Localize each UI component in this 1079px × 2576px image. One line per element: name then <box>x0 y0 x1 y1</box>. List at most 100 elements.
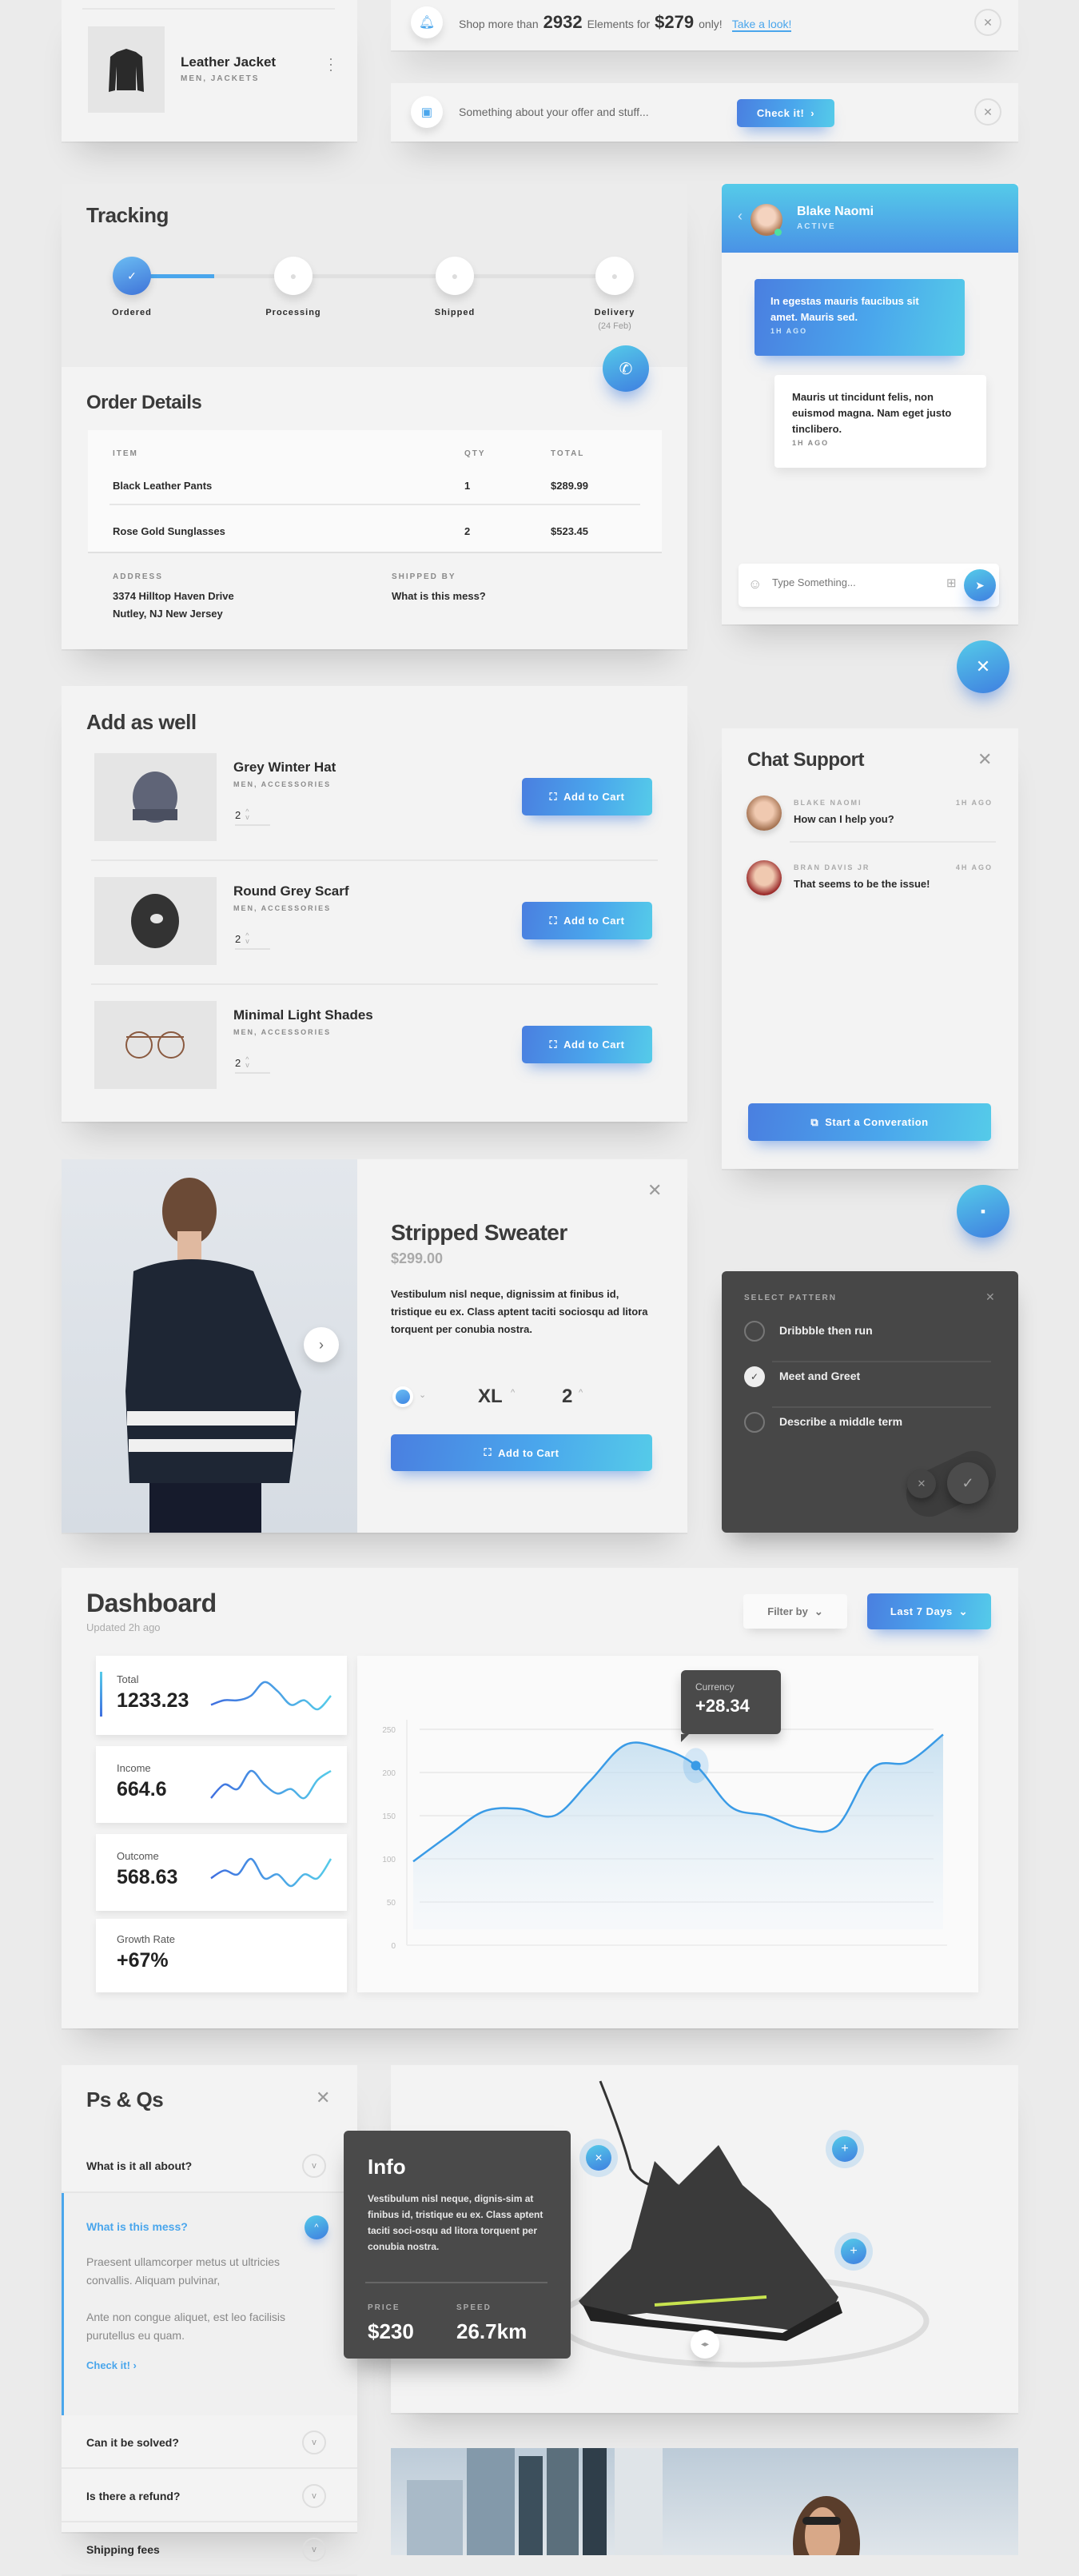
send-button[interactable]: ➤ <box>964 569 996 601</box>
quantity-stepper[interactable]: 2 ^ v <box>235 1056 270 1074</box>
add-hotspot[interactable]: + <box>841 2239 866 2264</box>
faq-item[interactable]: Shipping fees v <box>62 2522 357 2576</box>
dashboard-card: Dashboard Updated 2h ago Filter by ⌄ Last… <box>62 1568 1018 2028</box>
faq-item[interactable]: Is there a refund? v <box>62 2469 357 2522</box>
product-category: MEN, JACKETS <box>181 74 260 83</box>
quantity-stepper[interactable]: 2 ^ v <box>235 807 270 826</box>
faq-answer: Ante non congue aliquet, est leo facilis… <box>86 2311 286 2342</box>
thread-name: BLAKE NAOMI <box>794 799 862 807</box>
stat-card[interactable]: Total 1233.23 <box>96 1656 347 1735</box>
close-icon[interactable]: ✕ <box>974 98 1001 126</box>
y-tick-label: 150 <box>382 1812 396 1821</box>
product-detail-card: › ✕ Stripped Sweater $299.00 Vestibulum … <box>62 1159 687 1533</box>
close-chat-button[interactable]: ✕ <box>957 640 1009 693</box>
faq-item[interactable]: What is it all about? v <box>62 2139 357 2193</box>
stat-label: Outcome <box>117 1850 159 1862</box>
stepper-icon: ^ v <box>245 807 249 821</box>
take-a-look-link[interactable]: Take a look! <box>731 18 792 32</box>
stat-card[interactable]: Income 664.6 <box>96 1746 347 1823</box>
divider <box>772 1361 991 1362</box>
divider <box>82 8 335 10</box>
new-chat-icon: ⧉ <box>810 1115 819 1128</box>
col-header-total: TOTAL <box>551 449 585 458</box>
chevron-up-icon[interactable]: ^ <box>305 2215 328 2239</box>
back-icon[interactable]: ‹ <box>738 208 743 225</box>
quantity-selector[interactable]: 2 <box>562 1386 572 1408</box>
radio[interactable] <box>744 1412 765 1433</box>
quantity-value: 2 <box>235 809 241 821</box>
add-to-cart-button[interactable]: ⛶ Add to Cart <box>522 1026 652 1063</box>
faq-question: Can it be solved? <box>86 2435 179 2449</box>
rotate-handle[interactable]: ◂▸ <box>691 2330 719 2359</box>
tooltip-label: Currency <box>695 1681 735 1693</box>
cancel-button[interactable]: ✕ <box>907 1469 936 1498</box>
next-image-button[interactable]: › <box>304 1327 339 1362</box>
chevron-down-icon: ⌄ <box>814 1605 823 1617</box>
chevron-up-icon[interactable]: ^ <box>511 1388 515 1398</box>
add-to-cart-button[interactable]: ⛶ Add to Cart <box>522 902 652 939</box>
radio-checked[interactable]: ✓ <box>744 1366 765 1387</box>
emoji-icon[interactable]: ☺ <box>748 576 762 592</box>
close-icon[interactable]: ✕ <box>977 749 992 770</box>
pattern-option[interactable]: Dribbble then run <box>779 1324 873 1337</box>
close-icon[interactable]: ✕ <box>316 2088 330 2108</box>
sparkline <box>210 1857 332 1888</box>
add-to-cart-button[interactable]: ⛶ Add to Cart <box>522 778 652 815</box>
thread-time: 4H AGO <box>955 863 993 871</box>
add-to-cart-button[interactable]: ⛶ Add to Cart <box>391 1434 652 1471</box>
chevron-down-icon[interactable]: v <box>302 2430 326 2454</box>
faq-question[interactable]: What is this mess? <box>86 2220 188 2233</box>
chevron-down-icon[interactable]: v <box>302 2154 326 2178</box>
check-it-button[interactable]: Check it! › <box>737 99 834 127</box>
cart-icon: ⛶ <box>549 1038 558 1051</box>
quantity-stepper[interactable]: 2 ^ v <box>235 932 270 950</box>
close-icon[interactable]: ✕ <box>974 9 1001 36</box>
filter-dropdown[interactable]: Filter by ⌄ <box>743 1594 847 1629</box>
chevron-down-icon[interactable]: ⌄ <box>419 1390 426 1400</box>
open-chat-button[interactable]: ▪ <box>957 1185 1009 1238</box>
updated-text: Updated 2h ago <box>86 1621 161 1633</box>
close-icon[interactable]: ✕ <box>647 1180 662 1201</box>
phone-button[interactable]: ✆ <box>603 345 649 392</box>
order-title: Order Details <box>86 392 202 413</box>
promo-text: only! <box>699 18 723 30</box>
size-selector[interactable]: XL <box>478 1386 503 1408</box>
check-it-link[interactable]: Check it! › <box>86 2359 137 2371</box>
stat-card[interactable]: Outcome 568.63 <box>96 1834 347 1911</box>
step-marker-0: ✓ <box>113 257 151 295</box>
item-name: Round Grey Scarf <box>233 883 349 899</box>
radio[interactable] <box>744 1321 765 1342</box>
color-selector[interactable] <box>392 1386 413 1407</box>
chevron-down-icon[interactable]: v <box>302 2483 326 2508</box>
product-thumbnail <box>94 753 217 841</box>
message-input[interactable] <box>772 576 932 588</box>
close-hotspot[interactable]: ✕ <box>586 2145 611 2171</box>
pattern-option[interactable]: Meet and Greet <box>779 1370 860 1382</box>
divider <box>91 983 658 985</box>
kebab-icon[interactable]: · · · <box>328 51 333 77</box>
stat-value: 1233.23 <box>117 1689 189 1712</box>
item-category: MEN, ACCESSORIES <box>233 780 332 788</box>
confirm-button[interactable]: ✓ <box>947 1462 989 1504</box>
add-as-well-title: Add as well <box>86 710 197 734</box>
quantity-value: 2 <box>235 933 241 945</box>
stat-card[interactable]: Growth Rate +67% <box>96 1919 347 1992</box>
date-range-dropdown[interactable]: Last 7 Days ⌄ <box>867 1593 991 1629</box>
add-hotspot[interactable]: + <box>832 2136 858 2162</box>
chat-support-title: Chat Support <box>747 749 864 771</box>
product-title: Stripped Sweater <box>391 1220 567 1245</box>
start-conversation-button[interactable]: ⧉ Start a Converation <box>748 1103 991 1141</box>
stat-value: +67% <box>117 1949 169 1972</box>
chevron-down-icon: ⌄ <box>958 1605 969 1617</box>
attach-image-icon[interactable]: ⊞ <box>946 576 957 590</box>
item-name: Minimal Light Shades <box>233 1007 373 1023</box>
pattern-option[interactable]: Describe a middle term <box>779 1415 902 1428</box>
chat-support-card: Chat Support ✕ BLAKE NAOMI 1H AGO How ca… <box>722 728 1018 1169</box>
product-price: $299.00 <box>391 1250 444 1266</box>
chevron-up-icon[interactable]: ^ <box>579 1388 583 1398</box>
add-as-well-card: Add as well Grey Winter Hat MEN, ACCESSO… <box>62 686 687 1122</box>
chevron-down-icon[interactable]: v <box>302 2537 326 2562</box>
panel-title: SELECT PATTERN <box>744 1294 837 1302</box>
close-icon[interactable]: ✕ <box>985 1290 995 1304</box>
faq-item[interactable]: Can it be solved? v <box>62 2415 357 2469</box>
